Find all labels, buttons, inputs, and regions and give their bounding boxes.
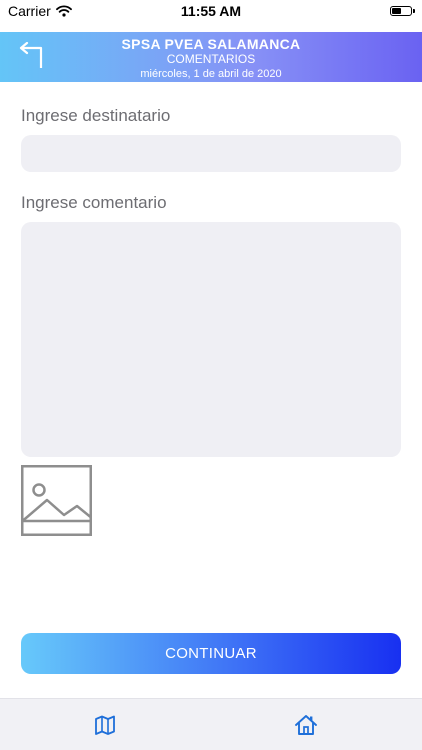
header-subtitle: COMENTARIOS bbox=[166, 52, 256, 66]
battery-icon bbox=[390, 6, 415, 16]
status-time: 11:55 AM bbox=[180, 3, 242, 19]
status-bar: Carrier 11:55 AM bbox=[0, 0, 422, 32]
image-picker-button[interactable] bbox=[21, 465, 92, 536]
home-icon[interactable] bbox=[294, 713, 318, 737]
map-icon[interactable] bbox=[94, 714, 116, 736]
header-bar: SPSA PVEA SALAMANCA COMENTARIOS miércole… bbox=[0, 32, 422, 82]
continue-button[interactable]: CONTINUAR bbox=[21, 633, 401, 674]
header-date: miércoles, 1 de abril de 2020 bbox=[140, 68, 282, 80]
header-title: SPSA PVEA SALAMANCA bbox=[121, 36, 301, 52]
recipient-input[interactable] bbox=[21, 135, 401, 172]
image-placeholder-icon bbox=[21, 465, 92, 540]
tab-bar bbox=[0, 698, 422, 750]
comment-textarea[interactable] bbox=[21, 222, 401, 457]
comment-label: Ingrese comentario bbox=[21, 193, 167, 212]
recipient-label: Ingrese destinatario bbox=[21, 106, 171, 125]
